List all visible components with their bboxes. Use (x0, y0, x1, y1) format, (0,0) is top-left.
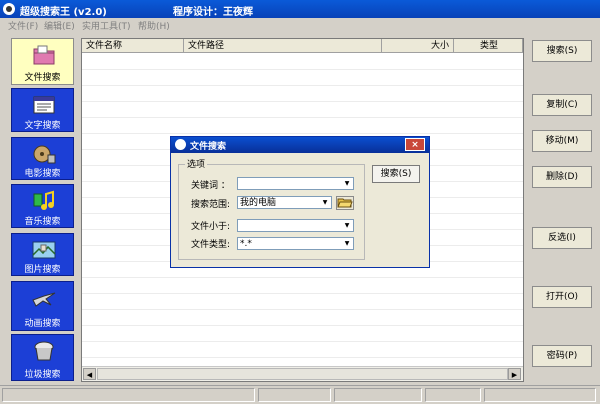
horizontal-scrollbar[interactable]: ◀ ▶ (82, 366, 523, 381)
dialog-title: 文件搜索 (190, 142, 227, 152)
password-button[interactable]: 密码(P) (532, 345, 592, 367)
music-icon (33, 190, 54, 210)
file-search-dialog: 文件搜索 × 选项 关键词 ： ▼ 搜索范围: 我的电脑 ▼ 文件小于: ▼ 文… (170, 136, 430, 268)
search-button[interactable]: 搜索(S) (532, 40, 592, 62)
status-cell-3 (334, 388, 422, 402)
chevron-down-icon[interactable]: ▼ (342, 239, 352, 248)
menu-help[interactable]: 帮助(H) (138, 19, 170, 32)
nav-label-file-search: 文件搜索 (24, 73, 61, 83)
browse-folder-button[interactable] (336, 196, 354, 210)
nav-text-search[interactable]: 文字搜索 (11, 88, 74, 132)
options-group-title: 选项 (185, 157, 208, 170)
animation-icon (32, 292, 56, 307)
status-cell-2 (258, 388, 331, 402)
nav-movie-search[interactable]: 电影搜索 (11, 137, 74, 180)
designer-credit: 程序设计：王夜辉 (173, 7, 253, 18)
file-size-select[interactable]: ▼ (237, 219, 354, 232)
app-logo-icon (3, 3, 15, 15)
trash-icon (34, 341, 54, 361)
picture-icon (32, 241, 56, 259)
dialog-title-bar[interactable]: 文件搜索 × (171, 137, 429, 153)
row-divider (82, 325, 523, 326)
menu-file[interactable]: 文件(F) (8, 19, 38, 32)
nav-label-trash-search: 垃圾搜索 (24, 370, 61, 380)
file-type-label: 文件类型: (191, 240, 231, 250)
column-file-path[interactable]: 文件路径 (184, 39, 382, 53)
window-title: 超级搜索王 (v2.0) (20, 7, 107, 18)
row-divider (82, 357, 523, 358)
nav-label-text-search: 文字搜索 (24, 121, 61, 131)
search-scope-select[interactable]: 我的电脑 ▼ (237, 196, 332, 209)
keyword-label: 关键词 ： (191, 181, 230, 191)
row-divider (82, 101, 523, 102)
nav-label-animation-search: 动画搜索 (24, 319, 61, 329)
row-divider (82, 341, 523, 342)
dialog-logo-icon (175, 139, 186, 150)
keyword-input[interactable]: ▼ (237, 177, 354, 190)
row-divider (82, 293, 523, 294)
menu-bar: 文件(F) 编辑(E) 实用工具(T) 帮助(H) (0, 18, 600, 32)
file-size-label: 文件小于: (191, 222, 231, 232)
status-bar (0, 385, 600, 404)
status-cell-1 (2, 388, 255, 402)
file-type-select[interactable]: *.* ▼ (237, 237, 354, 250)
scroll-thumb[interactable] (97, 368, 508, 380)
status-cell-5 (484, 388, 596, 402)
menu-tools[interactable]: 实用工具(T) (82, 19, 131, 32)
window-title-bar[interactable]: 超级搜索王 (v2.0) 程序设计：王夜辉 (0, 0, 600, 18)
search-scope-value: 我的电脑 (240, 198, 277, 208)
move-button[interactable]: 移动(M) (532, 130, 592, 152)
text-icon (33, 96, 55, 114)
row-divider (82, 117, 523, 118)
chevron-down-icon[interactable]: ▼ (342, 221, 352, 230)
nav-label-picture-search: 图片搜索 (24, 265, 61, 275)
row-divider (82, 85, 523, 86)
row-divider (82, 133, 523, 134)
nav-trash-search[interactable]: 垃圾搜索 (11, 334, 74, 381)
search-scope-label: 搜索范围: (191, 200, 231, 210)
open-folder-icon (337, 198, 353, 208)
nav-file-search[interactable]: 文件搜索 (11, 38, 74, 85)
scroll-left-icon[interactable]: ◀ (83, 368, 96, 380)
status-cell-4 (425, 388, 481, 402)
row-divider (82, 277, 523, 278)
nav-music-search[interactable]: 音乐搜索 (11, 184, 74, 228)
close-icon[interactable]: × (405, 138, 425, 151)
list-header: 文件名称 文件路径 大小 类型 (82, 39, 523, 53)
open-button[interactable]: 打开(O) (532, 286, 592, 308)
column-file-name[interactable]: 文件名称 (82, 39, 184, 53)
row-divider (82, 309, 523, 310)
chevron-down-icon[interactable]: ▼ (342, 179, 352, 188)
file-type-value: *.* (240, 239, 252, 249)
menu-edit[interactable]: 编辑(E) (44, 19, 75, 32)
nav-picture-search[interactable]: 图片搜索 (11, 233, 74, 276)
delete-button[interactable]: 删除(D) (532, 166, 592, 188)
row-divider (82, 69, 523, 70)
column-size[interactable]: 大小 (382, 39, 454, 53)
chevron-down-icon[interactable]: ▼ (320, 198, 330, 207)
dialog-search-button[interactable]: 搜索(S) (372, 165, 420, 183)
nav-label-music-search: 音乐搜索 (24, 217, 61, 227)
copy-button[interactable]: 复制(C) (532, 94, 592, 116)
column-type[interactable]: 类型 (454, 39, 523, 53)
nav-animation-search[interactable]: 动画搜索 (11, 281, 74, 331)
folder-icon (33, 45, 55, 65)
scroll-right-icon[interactable]: ▶ (508, 368, 521, 380)
invert-selection-button[interactable]: 反选(I) (532, 227, 592, 249)
nav-label-movie-search: 电影搜索 (24, 169, 61, 179)
movie-icon (33, 145, 56, 164)
